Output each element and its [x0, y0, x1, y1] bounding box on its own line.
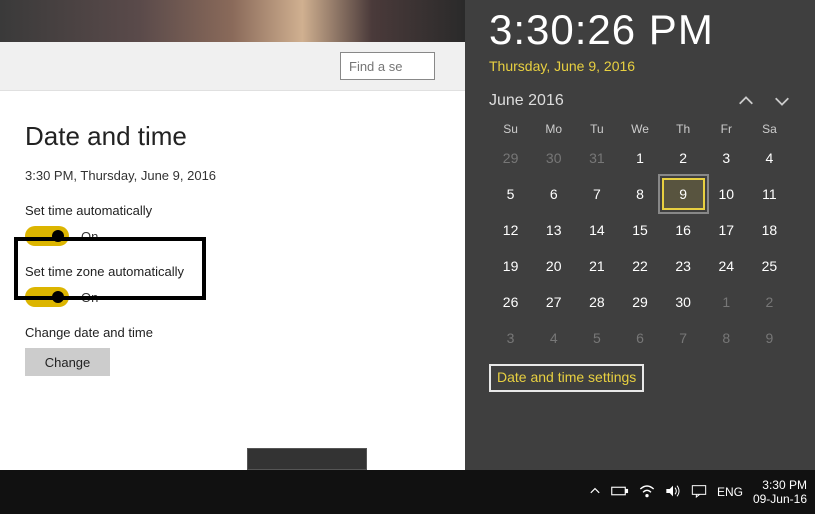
- search-input[interactable]: [340, 52, 435, 80]
- set-tz-auto-toggle[interactable]: [25, 287, 69, 307]
- calendar-day[interactable]: 18: [748, 214, 791, 246]
- calendar-month[interactable]: June 2016: [489, 92, 564, 110]
- taskbar: ENG 3:30 PM 09-Jun-16: [0, 470, 815, 514]
- change-datetime-block: Change date and time Change: [25, 325, 440, 376]
- battery-icon[interactable]: [611, 485, 629, 500]
- calendar-day[interactable]: 30: [532, 142, 575, 174]
- calendar-day[interactable]: 28: [575, 286, 618, 318]
- wifi-icon[interactable]: [639, 484, 655, 501]
- calendar-day[interactable]: 16: [662, 214, 705, 246]
- language-indicator[interactable]: ENG: [717, 485, 743, 499]
- calendar-day[interactable]: 5: [575, 322, 618, 354]
- calendar-day[interactable]: 7: [662, 322, 705, 354]
- weekday-label: We: [618, 122, 661, 136]
- current-datetime: 3:30 PM, Thursday, June 9, 2016: [25, 168, 440, 183]
- calendar-day[interactable]: 27: [532, 286, 575, 318]
- date-time-settings-link[interactable]: Date and time settings: [497, 369, 636, 385]
- calendar-day[interactable]: 10: [705, 178, 748, 210]
- weekday-label: Su: [489, 122, 532, 136]
- calendar-grid: 2930311234567891011121314151617181920212…: [489, 142, 791, 354]
- calendar-day[interactable]: 8: [618, 178, 661, 210]
- weekday-label: Sa: [748, 122, 791, 136]
- chevron-up-icon[interactable]: [737, 92, 755, 110]
- set-tz-auto-label: Set time zone automatically: [25, 264, 440, 279]
- weekday-label: Th: [662, 122, 705, 136]
- calendar-day[interactable]: 29: [489, 142, 532, 174]
- calendar-day[interactable]: 9: [662, 178, 705, 210]
- taskbar-time: 3:30 PM: [753, 478, 807, 492]
- set-tz-auto-state: On: [81, 290, 98, 305]
- calendar-day[interactable]: 8: [705, 322, 748, 354]
- calendar-day[interactable]: 11: [748, 178, 791, 210]
- calendar-day[interactable]: 13: [532, 214, 575, 246]
- calendar-day[interactable]: 26: [489, 286, 532, 318]
- calendar-day[interactable]: 3: [705, 142, 748, 174]
- calendar-weekdays: SuMoTuWeThFrSa: [489, 122, 791, 136]
- change-button[interactable]: Change: [25, 348, 110, 376]
- calendar-day[interactable]: 22: [618, 250, 661, 282]
- clock-flyout: 3:30:26 PM Thursday, June 9, 2016 June 2…: [465, 0, 815, 470]
- calendar-day[interactable]: 21: [575, 250, 618, 282]
- system-tray: [589, 484, 707, 501]
- set-time-auto-state: On: [81, 229, 98, 244]
- calendar-day[interactable]: 20: [532, 250, 575, 282]
- calendar-day[interactable]: 2: [748, 286, 791, 318]
- taskbar-date: 09-Jun-16: [753, 492, 807, 506]
- calendar-day[interactable]: 6: [618, 322, 661, 354]
- search-row: [0, 42, 465, 91]
- calendar-header: June 2016: [489, 92, 791, 110]
- taskbar-clock[interactable]: 3:30 PM 09-Jun-16: [753, 478, 807, 507]
- weekday-label: Mo: [532, 122, 575, 136]
- calendar-day[interactable]: 31: [575, 142, 618, 174]
- set-time-auto-label: Set time automatically: [25, 203, 440, 218]
- settings-panel: Date and time 3:30 PM, Thursday, June 9,…: [0, 91, 465, 424]
- chevron-down-icon[interactable]: [773, 92, 791, 110]
- calendar-day[interactable]: 12: [489, 214, 532, 246]
- action-center-icon[interactable]: [691, 484, 707, 501]
- calendar-day[interactable]: 9: [748, 322, 791, 354]
- set-time-auto-toggle[interactable]: [25, 226, 69, 246]
- calendar-day[interactable]: 4: [748, 142, 791, 174]
- calendar-day[interactable]: 15: [618, 214, 661, 246]
- calendar-day[interactable]: 19: [489, 250, 532, 282]
- calendar-day[interactable]: 30: [662, 286, 705, 318]
- date-time-settings-box: Date and time settings: [489, 364, 644, 392]
- calendar-day[interactable]: 24: [705, 250, 748, 282]
- tray-chevron-up-icon[interactable]: [589, 485, 601, 500]
- weekday-label: Fr: [705, 122, 748, 136]
- calendar-day[interactable]: 6: [532, 178, 575, 210]
- weekday-label: Tu: [575, 122, 618, 136]
- calendar-day[interactable]: 1: [705, 286, 748, 318]
- calendar-day[interactable]: 4: [532, 322, 575, 354]
- page-title: Date and time: [25, 121, 440, 152]
- calendar-day[interactable]: 17: [705, 214, 748, 246]
- calendar-day[interactable]: 25: [748, 250, 791, 282]
- volume-icon[interactable]: [665, 484, 681, 501]
- calendar-day[interactable]: 3: [489, 322, 532, 354]
- calendar-day[interactable]: 7: [575, 178, 618, 210]
- flyout-time: 3:30:26 PM: [489, 6, 791, 54]
- set-time-auto-block: Set time automatically On: [25, 203, 440, 246]
- set-tz-auto-block: Set time zone automatically On: [25, 264, 440, 307]
- calendar-day[interactable]: 1: [618, 142, 661, 174]
- calendar-day[interactable]: 29: [618, 286, 661, 318]
- change-datetime-label: Change date and time: [25, 325, 440, 340]
- header-image: [0, 0, 465, 42]
- calendar-day[interactable]: 23: [662, 250, 705, 282]
- calendar-day[interactable]: 5: [489, 178, 532, 210]
- calendar-day[interactable]: 14: [575, 214, 618, 246]
- taskbar-preview[interactable]: [247, 448, 367, 470]
- flyout-date[interactable]: Thursday, June 9, 2016: [489, 58, 791, 74]
- calendar-day[interactable]: 2: [662, 142, 705, 174]
